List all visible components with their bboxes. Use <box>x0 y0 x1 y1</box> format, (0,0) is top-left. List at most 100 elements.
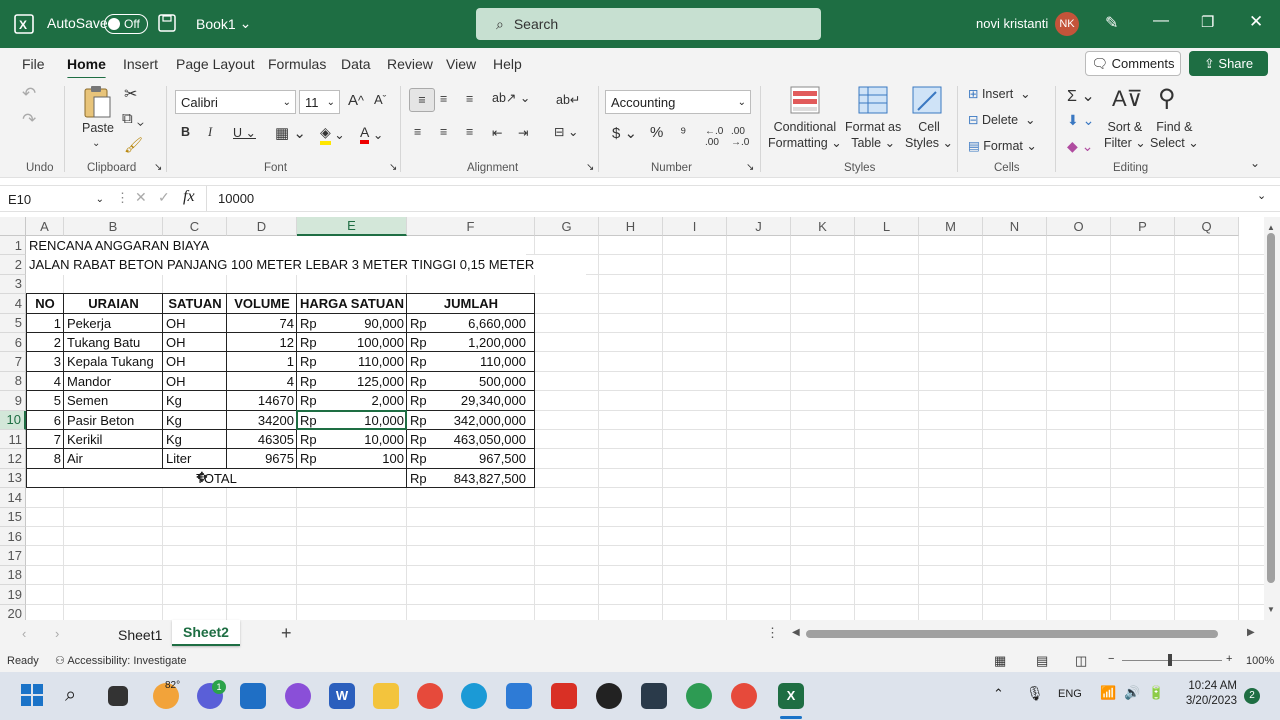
cell-f13-currency[interactable]: Rp <box>407 468 447 489</box>
cell-f10[interactable]: 342,000,000 <box>447 411 529 430</box>
row-header-15[interactable]: 15 <box>0 507 26 527</box>
tab-page-layout[interactable]: Page Layout <box>176 56 255 72</box>
name-box[interactable]: E10 ⌄ <box>8 189 108 209</box>
comments-button[interactable]: 🗨 Comments <box>1085 51 1181 76</box>
select-all-corner[interactable] <box>0 217 26 236</box>
cell-e11[interactable]: 10,000 <box>337 430 407 449</box>
header-b[interactable]: URAIAN <box>64 294 163 314</box>
cell-d11[interactable]: 46305 <box>227 430 297 450</box>
cell-f5-currency[interactable]: Rp <box>407 313 447 333</box>
underline-button[interactable]: U ⌄ <box>233 125 256 140</box>
align-left-icon[interactable]: ≡ <box>414 125 421 139</box>
store-icon[interactable] <box>240 683 266 709</box>
cell-e9[interactable]: 2,000 <box>337 391 407 410</box>
row-header-3[interactable]: 3 <box>0 274 26 295</box>
cell-b6[interactable]: Tukang Batu <box>64 333 163 353</box>
cell-e12[interactable]: 100 <box>337 449 407 468</box>
cell-f10-currency[interactable]: Rp <box>407 410 447 430</box>
tab-file[interactable]: File <box>22 56 45 72</box>
cell-d5[interactable]: 74 <box>227 313 297 333</box>
wrap-text-icon[interactable]: ab↵ <box>556 92 580 107</box>
expand-formula-icon[interactable]: ⌄ <box>1257 189 1266 202</box>
column-header-d[interactable]: D <box>227 217 297 236</box>
wifi-icon[interactable]: 📶 <box>1100 685 1116 701</box>
cell-b7[interactable]: Kepala Tukang <box>64 352 163 372</box>
column-header-o[interactable]: O <box>1047 217 1111 236</box>
cancel-icon[interactable]: ✕ <box>135 189 147 206</box>
cell-a12[interactable]: 8 <box>26 449 64 469</box>
search-icon[interactable]: ⌕ <box>65 683 91 709</box>
delete-cells-button[interactable]: ⊟ Delete ⌄ <box>968 112 1036 128</box>
cell-f9[interactable]: 29,340,000 <box>447 391 529 410</box>
battery-icon[interactable]: 🔋 <box>1148 685 1164 701</box>
copy-icon[interactable]: ⧉ ⌄ <box>122 110 144 127</box>
row-header-1[interactable]: 1 <box>0 236 26 256</box>
page-break-view-icon[interactable]: ◫ <box>1075 653 1087 669</box>
header-a[interactable]: NO <box>26 294 64 314</box>
column-header-c[interactable]: C <box>163 217 227 236</box>
scroll-right-icon[interactable]: ▶ <box>1247 627 1255 638</box>
find-select-icon[interactable]: ⚲ <box>1158 84 1176 113</box>
insert-cells-button[interactable]: ⊞ Insert ⌄ <box>968 86 1031 102</box>
pdf-icon[interactable] <box>551 683 577 709</box>
cell-c6[interactable]: OH <box>163 333 227 353</box>
dialog-launcher-icon[interactable]: ↘ <box>389 162 397 173</box>
dialog-launcher-icon[interactable]: ↘ <box>586 162 594 173</box>
tab-view[interactable]: View <box>446 56 476 72</box>
minimize-icon[interactable]: — <box>1153 12 1169 30</box>
cell-a5[interactable]: 1 <box>26 313 64 333</box>
cell-a8[interactable]: 4 <box>26 371 64 392</box>
sort-filter-button[interactable]: Sort & Filter ⌄ <box>1104 119 1146 151</box>
tab-help[interactable]: Help <box>493 56 522 72</box>
search-box[interactable]: ⌕ Search <box>476 8 821 40</box>
avatar[interactable]: NK <box>1055 12 1079 36</box>
horizontal-scroll-thumb[interactable] <box>806 630 1218 638</box>
align-center-icon[interactable]: ≡ <box>440 125 447 139</box>
column-header-f[interactable]: F <box>407 217 535 236</box>
workbook-name[interactable]: Book1 ⌄ <box>196 15 251 32</box>
dialog-launcher-icon[interactable]: ↘ <box>746 162 754 173</box>
cell-e7[interactable]: 110,000 <box>337 352 407 371</box>
currency-icon[interactable]: $ ⌄ <box>612 124 637 142</box>
cell-e9-currency[interactable]: Rp <box>297 391 337 411</box>
notepad-icon[interactable] <box>506 683 532 709</box>
collapse-ribbon-icon[interactable]: ⌄ <box>1250 156 1260 170</box>
cell-f11-currency[interactable]: Rp <box>407 430 447 450</box>
cell-f12-currency[interactable]: Rp <box>407 449 447 469</box>
format-painter-icon[interactable]: 🖌 <box>124 136 143 154</box>
sort-filter-icon[interactable]: A⊽ <box>1112 86 1143 112</box>
row-header-8[interactable]: 8 <box>0 371 26 392</box>
header-d[interactable]: VOLUME <box>227 294 297 314</box>
font-name-select[interactable]: Calibri ⌄ <box>175 90 296 114</box>
cell-a9[interactable]: 5 <box>26 391 64 411</box>
row-header-18[interactable]: 18 <box>0 565 26 586</box>
cell-d10[interactable]: 34200 <box>227 410 297 430</box>
scroll-down-icon[interactable]: ▼ <box>1267 605 1275 614</box>
cell-c8[interactable]: OH <box>163 371 227 392</box>
fill-color-icon[interactable]: ◈ ⌄ <box>320 124 345 145</box>
cell-a7[interactable]: 3 <box>26 352 64 372</box>
column-header-m[interactable]: M <box>919 217 983 236</box>
row-header-9[interactable]: 9 <box>0 391 26 411</box>
cell-b11[interactable]: Kerikil <box>64 430 163 450</box>
normal-view-icon[interactable]: ▦ <box>994 653 1006 669</box>
column-header-p[interactable]: P <box>1111 217 1175 236</box>
cell-a1[interactable]: RENCANA ANGGARAN BIAYA <box>26 236 526 256</box>
header-e[interactable]: HARGA SATUAN <box>297 294 407 314</box>
tab-data[interactable]: Data <box>341 56 371 72</box>
notification-badge[interactable]: 2 <box>1244 688 1260 704</box>
edge-icon[interactable] <box>461 683 487 709</box>
word-icon[interactable]: W <box>329 683 355 709</box>
row-header-10[interactable]: 10 <box>0 410 26 430</box>
cell-e11-currency[interactable]: Rp <box>297 430 337 450</box>
cell-e6[interactable]: 100,000 <box>337 333 407 352</box>
zoom-in-icon[interactable]: + <box>1226 653 1232 665</box>
task-view-icon[interactable] <box>108 686 128 706</box>
bold-button[interactable]: B <box>181 125 190 139</box>
tab-formulas[interactable]: Formulas <box>268 56 326 72</box>
decrease-indent-icon[interactable]: ⇤ <box>492 125 502 140</box>
language-indicator[interactable]: ENG <box>1058 688 1082 700</box>
fill-icon[interactable]: ⬇ ⌄ <box>1067 112 1094 129</box>
vertical-scrollbar[interactable]: ▲ ▼ <box>1264 217 1280 620</box>
decrease-font-icon[interactable]: Aˇ <box>374 92 386 107</box>
